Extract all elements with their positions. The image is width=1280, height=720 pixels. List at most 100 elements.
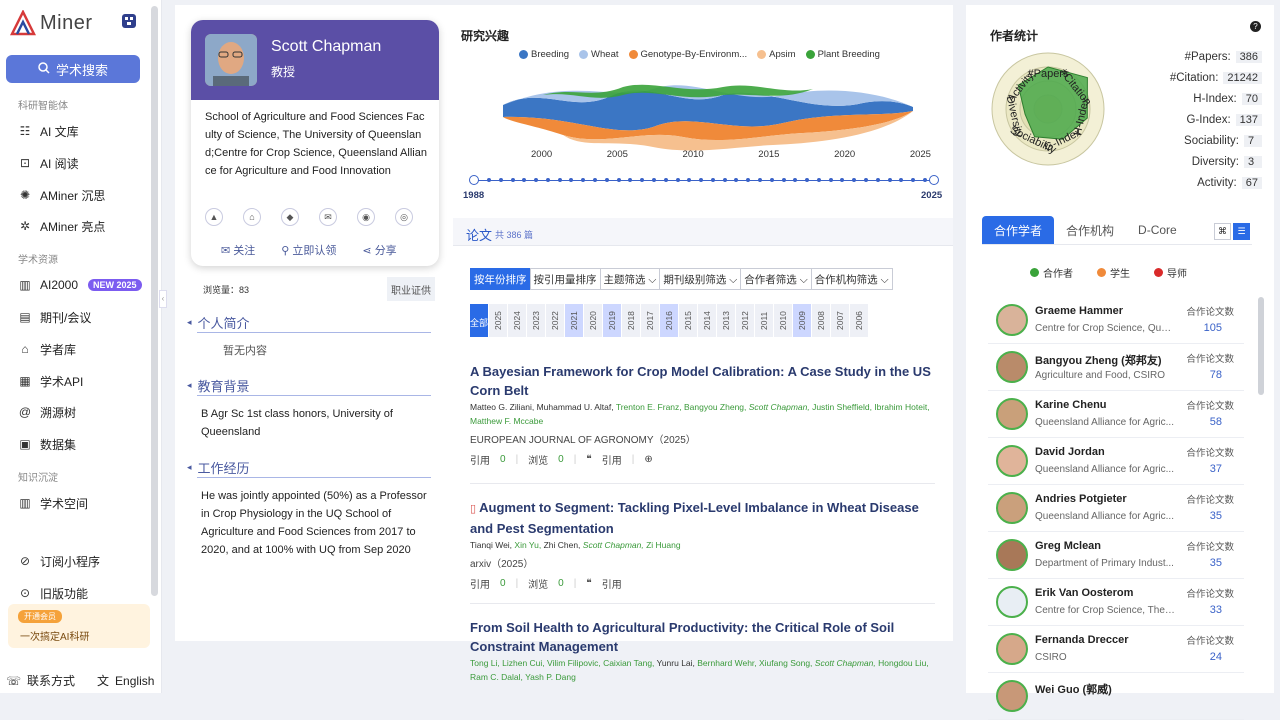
coauthor-name[interactable]: Karine Chenu	[1035, 399, 1107, 411]
coauthor-count[interactable]: 58	[1210, 416, 1222, 428]
coauthor-count[interactable]: 33	[1210, 604, 1222, 616]
sort-by-citation-button[interactable]: 按引用量排序	[529, 268, 601, 290]
coauthor-count[interactable]: 78	[1210, 369, 1222, 381]
coauthor-item[interactable]: Bangyou Zheng (郑邦友) Agriculture and Food,…	[988, 344, 1244, 391]
coauthor-name[interactable]: Erik Van Oosterom	[1035, 587, 1133, 599]
coauthor-avatar[interactable]	[996, 680, 1028, 712]
coauthor-item[interactable]: Graeme Hammer Centre for Crop Science, Qu…	[988, 297, 1244, 344]
coauthor-item[interactable]: David Jordan Queensland Alliance for Agri…	[988, 438, 1244, 485]
coauthor-avatar[interactable]	[996, 539, 1028, 571]
aminer-logo[interactable]: Miner	[8, 8, 93, 38]
nav-ai-library[interactable]: ☷ AI 文库	[18, 122, 79, 140]
nav-scholars[interactable]: ⌂ 学者库	[18, 340, 76, 358]
year-button[interactable]: 2008	[812, 304, 830, 337]
year-button[interactable]: 2023	[527, 304, 545, 337]
legend-item[interactable]: Apsim	[757, 49, 796, 60]
venue-level-filter-dropdown[interactable]: 期刊级别筛选 ⌵	[659, 268, 742, 290]
year-button[interactable]: 2025	[489, 304, 507, 337]
year-button[interactable]: 2007	[831, 304, 849, 337]
coauthor-count[interactable]: 35	[1210, 510, 1222, 522]
year-button[interactable]: 2012	[736, 304, 754, 337]
coauthor-name[interactable]: Graeme Hammer	[1035, 305, 1123, 317]
globe-icon[interactable]: ⊕	[644, 454, 652, 465]
coauthor-item[interactable]: Karine Chenu Queensland Alliance for Agri…	[988, 391, 1244, 438]
tab-dcore[interactable]: D-Core	[1126, 216, 1189, 244]
contact-link[interactable]: ☏ 联系方式	[6, 672, 75, 689]
coauthor-name[interactable]: Greg Mclean	[1035, 540, 1101, 552]
year-button[interactable]: 2013	[717, 304, 735, 337]
coauthor-count[interactable]: 37	[1210, 463, 1222, 475]
org-filter-dropdown[interactable]: 合作机构筛选 ⌵	[810, 268, 893, 290]
coauthor-item[interactable]: Wei Guo (郭威)	[988, 673, 1244, 720]
email-icon[interactable]: ✉	[319, 208, 337, 226]
year-button[interactable]: 2022	[546, 304, 564, 337]
year-button[interactable]: 2006	[850, 304, 868, 337]
coauthor-name[interactable]: David Jordan	[1035, 446, 1105, 458]
education-icon[interactable]: ◆	[281, 208, 299, 226]
coauthor-item[interactable]: Erik Van Oosterom Centre for Crop Science…	[988, 579, 1244, 626]
year-button[interactable]: 2018	[622, 304, 640, 337]
author-radar-chart[interactable]: #Papers#CitationH-IndexG-IndexSociabilit…	[980, 43, 1116, 175]
year-button[interactable]: 2015	[679, 304, 697, 337]
year-button[interactable]: 2010	[774, 304, 792, 337]
year-button[interactable]: 2014	[698, 304, 716, 337]
nav-api[interactable]: ▦ 学术API	[18, 372, 83, 390]
nav-space[interactable]: ▥ 学术空间	[18, 494, 88, 512]
year-button[interactable]: 2024	[508, 304, 526, 337]
coauthor-avatar[interactable]	[996, 351, 1028, 383]
nav-dataset[interactable]: ▣ 数据集	[18, 435, 76, 453]
graph-view-icon[interactable]: ⌘	[1214, 223, 1231, 240]
quote-icon[interactable]: ❝	[586, 578, 591, 589]
career-tag[interactable]: 职业证供	[387, 277, 435, 301]
language-switch[interactable]: 文 English	[97, 672, 154, 689]
sort-by-year-button[interactable]: 按年份排序	[470, 268, 531, 290]
sidebar-scrollbar[interactable]	[151, 6, 158, 596]
quote-icon[interactable]: ❝	[586, 454, 591, 465]
user-avatar-icon[interactable]	[120, 12, 138, 30]
coauthor-count[interactable]: 24	[1210, 651, 1222, 663]
topic-filter-dropdown[interactable]: 主题筛选 ⌵	[599, 268, 661, 290]
nav-ai2000[interactable]: ▥ AI2000 NEW 2025	[18, 276, 142, 294]
coauthor-avatar[interactable]	[996, 586, 1028, 618]
nav-aminer-think[interactable]: ✺ AMiner 沉思	[18, 186, 105, 204]
coauthor-avatar[interactable]	[996, 398, 1028, 430]
paper-title[interactable]: A Bayesian Framework for Crop Model Cali…	[470, 362, 935, 400]
nav-journal[interactable]: ▤ 期刊/会议	[18, 308, 91, 326]
year-button[interactable]: 2020	[584, 304, 602, 337]
nav-ai-reading[interactable]: ⊡ AI 阅读	[18, 154, 79, 172]
legend-item[interactable]: Plant Breeding	[805, 49, 880, 60]
coauthor-name[interactable]: Fernanda Dreccer	[1035, 634, 1129, 646]
coauthor-avatar[interactable]	[996, 445, 1028, 477]
weibo-icon[interactable]: ◎	[395, 208, 413, 226]
pdf-icon[interactable]: ▯	[470, 503, 479, 515]
coauthor-count[interactable]: 105	[1204, 322, 1222, 334]
share-button[interactable]: ⋖ 分享	[362, 242, 396, 258]
nav-tree[interactable]: @ 溯源树	[18, 403, 76, 421]
coauthor-item[interactable]: Fernanda Dreccer CSIRO 合作论文数 24	[988, 626, 1244, 673]
nav-aminer-highlight[interactable]: ✲ AMiner 亮点	[18, 217, 105, 235]
claim-button[interactable]: ⚲ 立即认领	[281, 242, 336, 258]
year-button[interactable]: 2021	[565, 304, 583, 337]
legend-item[interactable]: Genotype-By-Environm...	[628, 49, 747, 60]
coauthor-avatar[interactable]	[996, 633, 1028, 665]
location-icon[interactable]: ◉	[357, 208, 375, 226]
year-button[interactable]: 2019	[603, 304, 621, 337]
year-range-slider[interactable]: 1988 2025	[463, 175, 942, 205]
coauthor-filter-dropdown[interactable]: 合作者筛选 ⌵	[740, 268, 812, 290]
year-button[interactable]: 2011	[755, 304, 773, 337]
list-view-icon[interactable]: ☰	[1233, 223, 1250, 240]
paper-title[interactable]: ▯ Augment to Segment: Tackling Pixel-Lev…	[470, 498, 935, 538]
paper-title[interactable]: From Soil Health to Agricultural Product…	[470, 618, 935, 656]
year-button[interactable]: 2009	[793, 304, 811, 337]
coauthor-scrollbar[interactable]	[1258, 297, 1264, 395]
coauthor-avatar[interactable]	[996, 304, 1028, 336]
coauthor-name[interactable]: Andries Potgieter	[1035, 493, 1127, 505]
vip-promo-banner[interactable]: 开通会员 一次搞定AI科研	[8, 604, 150, 648]
coauthor-avatar[interactable]	[996, 492, 1028, 524]
tab-institutions[interactable]: 合作机构	[1054, 216, 1126, 244]
year-button[interactable]: 2017	[641, 304, 659, 337]
coauthor-count[interactable]: 35	[1210, 557, 1222, 569]
coauthor-item[interactable]: Greg Mclean Department of Primary Indust.…	[988, 532, 1244, 579]
follow-button[interactable]: ✉ 关注	[221, 242, 255, 258]
legend-item[interactable]: Breeding	[519, 49, 569, 60]
